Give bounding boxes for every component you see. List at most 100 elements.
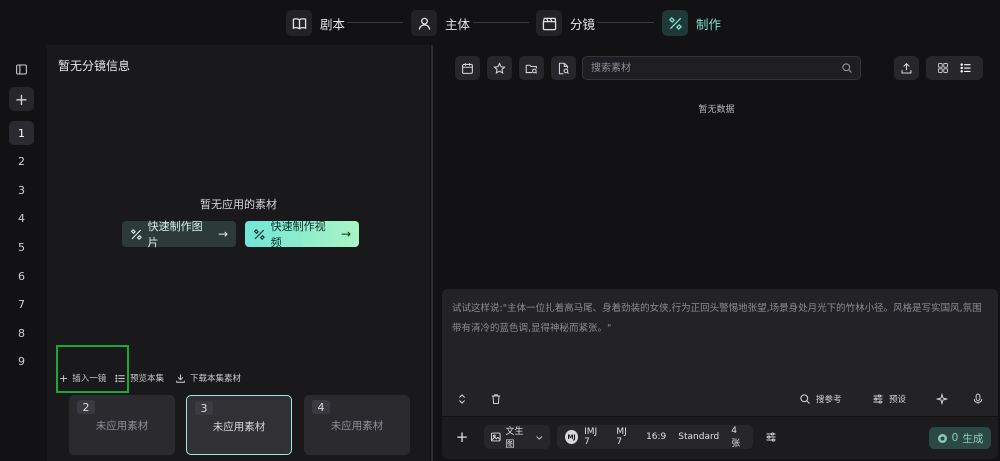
add-attachment-button[interactable]: +: [450, 425, 474, 449]
model-tag: MJ 7: [616, 427, 627, 447]
search-input[interactable]: [591, 60, 841, 76]
step-label: 制作: [696, 16, 722, 32]
sidebar-icon: [16, 64, 27, 74]
step-subject[interactable]: 主体: [411, 10, 470, 36]
generation-bar: + 文生图 MJ IMJ 7 MJ 7 16:9 Standard 4张 0 生…: [442, 417, 998, 459]
download-icon: [176, 373, 185, 383]
favorites-button[interactable]: [487, 56, 512, 80]
button-label: 下载本集素材: [190, 374, 242, 384]
sparkle-icon: [936, 393, 948, 405]
user-icon: [411, 10, 437, 36]
file-search-icon: [558, 62, 569, 74]
folder-search-icon: [525, 64, 538, 74]
folder-search-button[interactable]: [519, 56, 544, 80]
shot-card[interactable]: 2 未应用素材: [69, 395, 175, 455]
prompt-placeholder[interactable]: 试试这样说:"主体一位扎着高马尾、身着劲装的女侠,行为正回头警惕地张望,场景身处…: [452, 299, 987, 339]
button-label: 快速制作图片: [147, 220, 203, 249]
shot-rail: + 1 2 3 4 5 6 7 8 9: [0, 45, 44, 461]
sliders-icon: [766, 432, 776, 442]
prompt-editor[interactable]: 试试这样说:"主体一位扎着高马尾、身着劲装的女侠,行为正回头警惕地张望,场景身处…: [442, 289, 998, 416]
shot-card[interactable]: 4 未应用素材: [304, 395, 410, 455]
shot-index-item[interactable]: 6: [9, 264, 34, 288]
microphone-icon: [973, 393, 983, 404]
magic-tools-icon: [253, 228, 265, 240]
top-stepper: 剧本 主体 分镜 制作: [0, 0, 1000, 45]
image-icon: [490, 432, 501, 442]
shot-number: 4: [312, 400, 330, 414]
grid-view-icon[interactable]: [937, 62, 949, 74]
preset-button[interactable]: 预设: [872, 391, 906, 407]
shot-detail-panel: 暂无分镜信息 暂无应用的素材 快速制作图片 → 快速制作视频 → + 插入一镜 …: [47, 45, 430, 461]
step-connector: [347, 22, 403, 23]
list-view-icon[interactable]: [960, 62, 972, 74]
shot-index-item[interactable]: 1: [9, 121, 34, 145]
plus-icon: +: [455, 428, 469, 446]
shot-status: 未应用素材: [95, 420, 149, 432]
download-episode-button[interactable]: 下载本集素材: [175, 371, 241, 385]
step-label: 分镜: [570, 16, 596, 32]
aspect-ratio-tag: 16:9: [646, 432, 667, 442]
panel-title: 暂无分镜信息: [58, 59, 131, 73]
shot-card-selected[interactable]: 3 未应用素材: [186, 395, 292, 455]
shot-status: 未应用素材: [330, 420, 384, 432]
upload-button[interactable]: [894, 56, 919, 80]
expand-toggle-button[interactable]: [456, 391, 468, 407]
chevron-up-down-icon: [459, 394, 465, 404]
search-icon[interactable]: [841, 62, 853, 74]
step-label: 剧本: [320, 16, 346, 32]
trash-icon: [491, 394, 501, 404]
file-search-button[interactable]: [551, 56, 576, 80]
button-label: 搜参考: [816, 395, 842, 405]
shot-status: 未应用素材: [212, 421, 266, 433]
mode-select[interactable]: 文生图: [484, 425, 550, 450]
search-icon: [800, 394, 810, 404]
shot-index-item[interactable]: 3: [9, 178, 34, 202]
generate-button[interactable]: 0 生成: [929, 427, 991, 449]
sliders-icon: [873, 394, 883, 404]
material-search[interactable]: [582, 56, 861, 80]
step-connector: [598, 22, 654, 23]
step-label: 主体: [445, 16, 471, 32]
generate-cost: 0: [951, 432, 959, 444]
advanced-settings-button[interactable]: [759, 425, 783, 449]
empty-material-label: 暂无应用的素材: [200, 198, 277, 211]
search-reference-button[interactable]: 搜参考: [799, 391, 842, 407]
highlight-annotation-box: [56, 345, 129, 393]
step-production[interactable]: 制作: [662, 10, 721, 36]
shot-number: 3: [195, 401, 213, 415]
clapperboard-icon: [536, 10, 562, 36]
model-settings-button[interactable]: MJ IMJ 7 MJ 7 16:9 Standard 4张: [557, 425, 753, 449]
button-label: 快速制作视频: [270, 220, 326, 249]
toggle-sidebar-button[interactable]: [9, 57, 34, 81]
voice-input-button[interactable]: [972, 391, 984, 407]
step-script[interactable]: 剧本: [286, 10, 345, 36]
midjourney-logo-icon: MJ: [565, 430, 579, 444]
date-filter-button[interactable]: [455, 56, 480, 80]
mode-label: 文生图: [505, 427, 524, 450]
count-tag: 4张: [731, 425, 741, 449]
star-icon: [493, 61, 506, 74]
magic-tools-icon: [662, 10, 688, 36]
view-toggle: [926, 56, 983, 80]
clear-prompt-button[interactable]: [490, 391, 502, 407]
arrow-right-icon: →: [217, 227, 228, 241]
quality-tag: Standard: [678, 432, 720, 442]
shot-index-item[interactable]: 4: [9, 207, 34, 231]
quick-make-video-button[interactable]: 快速制作视频 →: [245, 220, 359, 249]
quick-make-image-button[interactable]: 快速制作图片 →: [122, 220, 236, 249]
add-shot-button[interactable]: +: [9, 87, 34, 111]
shot-index-item[interactable]: 5: [9, 235, 34, 259]
shot-index-item[interactable]: 9: [9, 350, 34, 374]
coin-icon: [937, 433, 947, 443]
shot-index-item[interactable]: 8: [9, 321, 34, 345]
ai-enhance-button[interactable]: [936, 391, 948, 407]
shot-number: 2: [77, 400, 95, 414]
no-data-label: 暂无数据: [698, 105, 735, 115]
upload-icon: [901, 62, 912, 73]
shot-index-item[interactable]: 2: [9, 150, 34, 174]
step-storyboard[interactable]: 分镜: [536, 10, 595, 36]
step-connector: [473, 22, 529, 23]
button-label: 预览本集: [130, 374, 165, 384]
shot-index-item[interactable]: 7: [9, 293, 34, 317]
book-icon: [286, 10, 312, 36]
